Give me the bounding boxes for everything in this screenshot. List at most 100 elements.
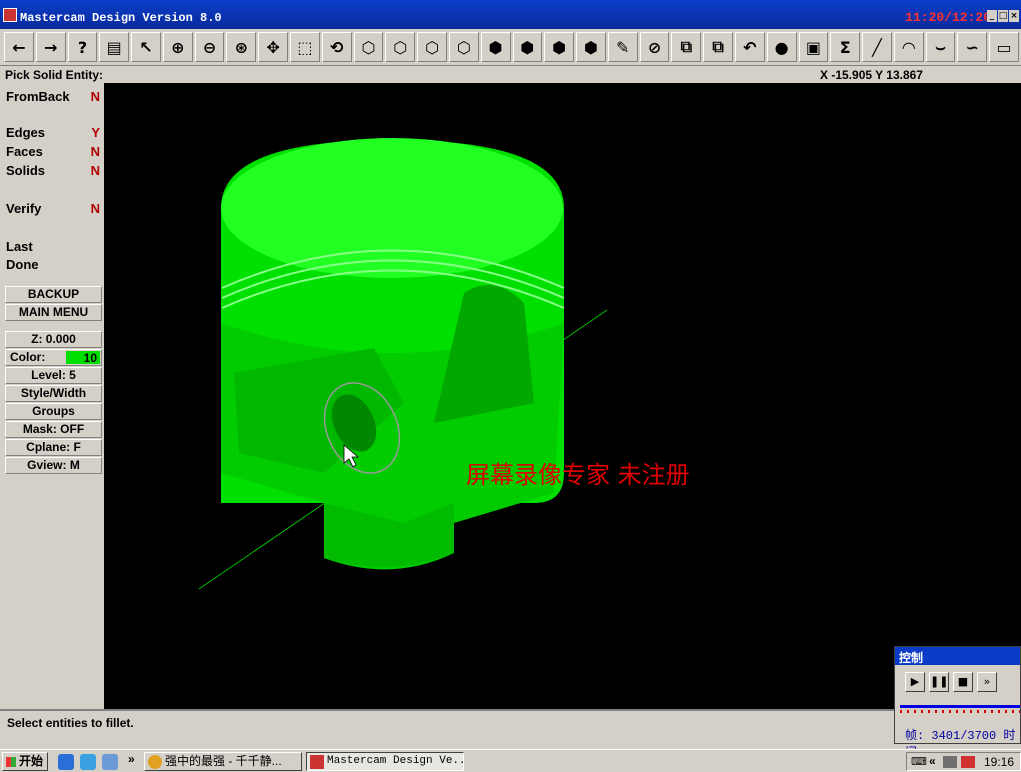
menu-item-label: FromBack [6, 89, 70, 104]
style-width-button[interactable]: Style/Width [5, 385, 102, 402]
system-tray: ⌨ « 19:16 [906, 752, 1021, 771]
analyze-icon[interactable]: ↖ [131, 32, 161, 62]
piston-model [198, 138, 608, 590]
rectangle-icon[interactable]: ▭ [989, 32, 1019, 62]
messenger-icon[interactable] [80, 754, 96, 770]
cube-blue-3-icon[interactable]: ⬢ [544, 32, 575, 62]
cube-blue-1-icon[interactable]: ⬢ [480, 32, 511, 62]
taskbar-item-ttplayer[interactable]: 强中的最强 - 千千静... [144, 752, 302, 771]
cube-blue-2-icon[interactable]: ⬢ [512, 32, 543, 62]
group-icon[interactable]: ⧉ [703, 32, 733, 62]
mask-button[interactable]: Mask: OFF [5, 421, 102, 438]
media-icon[interactable] [102, 754, 118, 770]
level-button[interactable]: Level: 5 [5, 367, 102, 384]
color-label: Color: [10, 350, 46, 364]
taskbar-item-mastercam[interactable]: Mastercam Design Ve... [306, 752, 464, 771]
zoom-icon[interactable]: ⊕ [162, 32, 193, 62]
back-arrow-icon[interactable]: ← [4, 32, 34, 62]
menu-item-label: Done [6, 257, 39, 272]
menu-item-solids[interactable]: Solids N [6, 161, 100, 179]
maximize-button[interactable]: □ [998, 10, 1008, 22]
fillet-icon[interactable]: ⌣ [925, 32, 956, 62]
cplane-button[interactable]: Cplane: F [5, 439, 102, 456]
cube-top-icon[interactable]: ⬡ [385, 32, 416, 62]
menu-item-label: Faces [6, 144, 43, 159]
status-message: Select entities to fillet. [7, 716, 134, 730]
line-icon[interactable]: ╱ [862, 32, 892, 62]
cube-blue-4-icon[interactable]: ⬢ [576, 32, 606, 62]
groups-button[interactable]: Groups [5, 403, 102, 420]
menu-item-value: N [90, 163, 100, 178]
zoom-fit-icon[interactable]: ⊛ [226, 32, 257, 62]
side-menu: FromBack N Edges Y Faces N Solids N Veri… [0, 83, 104, 709]
stop-button[interactable]: ■ [953, 672, 973, 692]
network-icon[interactable] [943, 756, 957, 768]
mastercam-app-icon[interactable] [3, 8, 17, 22]
task-label: 强中的最强 - 千千静... [165, 754, 282, 768]
volume-muted-icon[interactable] [961, 756, 975, 768]
recorder-watermark: 屏幕录像专家 未注册 [466, 461, 690, 489]
tray-clock[interactable]: 19:16 [984, 755, 1014, 769]
undo-icon[interactable]: ↶ [734, 32, 765, 62]
ttplayer-icon [148, 755, 162, 769]
pencil-icon[interactable]: ✎ [607, 32, 638, 62]
graphics-viewport[interactable]: 屏幕录像专家 未注册 [104, 83, 1021, 709]
menu-item-last[interactable]: Last [6, 237, 100, 255]
pan-icon[interactable]: ✥ [258, 32, 289, 62]
playback-markers [900, 710, 1020, 713]
windows-logo-icon [6, 757, 16, 767]
windows-taskbar: 开始 » 强中的最强 - 千千静... Mastercam Design Ve.… [0, 749, 1021, 772]
window-title: Mastercam Design Version 8.0 [20, 11, 222, 25]
chevron-more-icon[interactable]: » [128, 752, 144, 768]
menu-item-done[interactable]: Done [6, 255, 100, 273]
sum-icon[interactable]: Σ [830, 32, 861, 62]
select-icon[interactable]: ⬚ [290, 32, 320, 62]
playback-progress-bar[interactable] [900, 705, 1020, 708]
shade-sphere-icon[interactable]: ● [766, 32, 797, 62]
help-icon[interactable]: ? [67, 32, 98, 62]
menu-item-value: N [90, 201, 100, 216]
main-toolbar: ← →? ▤ ↖ ⊕ ⊖ ⊛ ✥ ⬚ ⟲ ⬡ ⬡ ⬡ ⬡ ⬢ ⬢ ⬢ ⬢ ✎ ⊘ ⧉ ⧉ ↶ ● ▣ Σ ╱ ◠ ⌣ ∽ ▭ [0, 29, 1021, 66]
menu-item-value: N [90, 89, 100, 104]
minimize-button[interactable]: _ [987, 10, 997, 22]
backup-button[interactable]: BACKUP [5, 286, 102, 303]
pause-button[interactable]: ❚❚ [929, 672, 949, 692]
menu-item-label: Solids [6, 163, 46, 178]
recorder-control-panel: 控制 ▶ ❚❚ ■ » 帧: 3401/3700 时间 [894, 646, 1021, 760]
window-controls: _ □ × [987, 10, 1019, 22]
title-bar: Mastercam Design Version 8.0 11:20/12:20… [0, 0, 1021, 29]
z-depth-button[interactable]: Z: 0.000 [5, 331, 102, 348]
menu-item-verify[interactable]: Verify N [6, 199, 100, 217]
tray-expand-icon[interactable]: « [929, 754, 936, 768]
cube-iso-icon[interactable]: ⬡ [353, 32, 384, 62]
clock-overlay: 11:20/12:20 [905, 10, 991, 25]
color-button[interactable]: Color: 10 [5, 349, 102, 366]
cube-front-icon[interactable]: ⬡ [417, 32, 447, 62]
delete-icon[interactable]: ⊘ [639, 32, 670, 62]
prompt-text: Pick Solid Entity: [5, 68, 104, 82]
close-button[interactable]: × [1009, 10, 1019, 22]
mastercam-icon [310, 755, 324, 769]
unzoom-icon[interactable]: ⊖ [194, 32, 225, 62]
main-menu-button[interactable]: MAIN MENU [5, 304, 102, 321]
arc-icon[interactable]: ◠ [893, 32, 924, 62]
menu-item-faces[interactable]: Faces N [6, 142, 100, 160]
ie-icon[interactable] [58, 754, 74, 770]
play-button[interactable]: ▶ [905, 672, 925, 692]
fast-forward-button[interactable]: » [977, 672, 997, 692]
keyboard-icon[interactable]: ⌨ [911, 755, 927, 768]
status-bar: Select entities to fillet. [0, 709, 1021, 749]
gview-button[interactable]: Gview: M [5, 457, 102, 474]
forward-arrow-icon[interactable]: → [35, 32, 66, 62]
cube-side-icon[interactable]: ⬡ [448, 32, 479, 62]
layers-icon[interactable]: ▣ [798, 32, 829, 62]
rotate-icon[interactable]: ⟲ [321, 32, 352, 62]
menu-item-label: Last [6, 239, 33, 254]
start-button[interactable]: 开始 [2, 752, 48, 771]
menu-item-edges[interactable]: Edges Y [6, 123, 100, 141]
calculator-icon[interactable]: ▤ [99, 32, 130, 62]
prompt-row: Pick Solid Entity: X -15.905 Y 13.867 [0, 66, 1021, 83]
spline-icon[interactable]: ∽ [957, 32, 988, 62]
menu-item-fromback[interactable]: FromBack N [6, 87, 100, 105]
transform-icon[interactable]: ⧉ [671, 32, 702, 62]
